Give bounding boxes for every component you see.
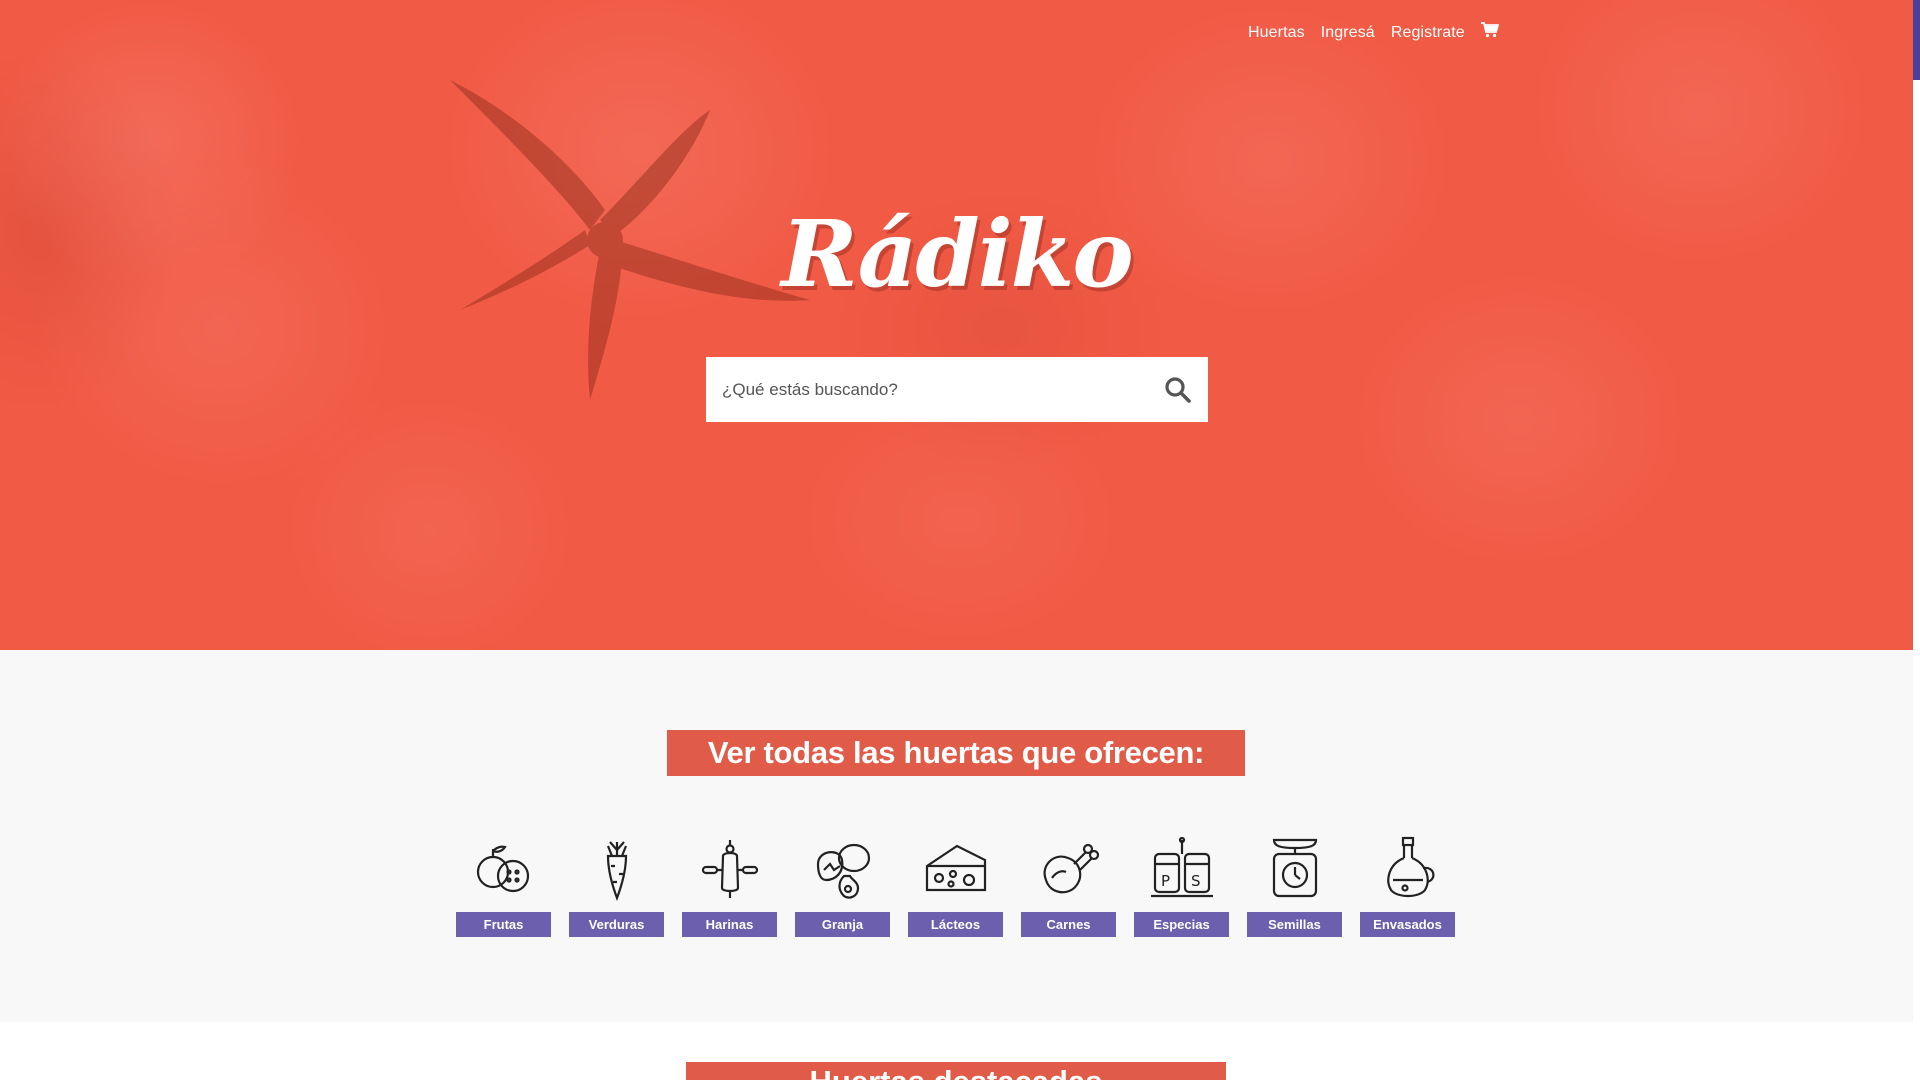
svg-text:P: P [1161, 872, 1170, 890]
search-input[interactable] [722, 379, 1164, 400]
svg-text:S: S [1191, 872, 1201, 890]
cheese-icon [925, 844, 986, 892]
category-label: Carnes [1021, 912, 1116, 937]
shopping-cart-icon [1480, 22, 1499, 38]
category-granja[interactable]: Granja [795, 836, 890, 937]
search-bar [706, 357, 1208, 422]
oil-bottle-icon [1386, 836, 1434, 898]
nav-link-huertas[interactable]: Huertas [1248, 24, 1305, 42]
featured-title: Huertas destacadas [686, 1062, 1226, 1080]
category-label: Granja [795, 912, 890, 937]
search-icon[interactable] [1164, 376, 1192, 404]
page-edge-strip [1913, 0, 1920, 80]
category-especias[interactable]: P S Especias [1134, 836, 1229, 937]
chicken-icon [1043, 843, 1099, 894]
categories-title: Ver todas las huertas que ofrecen: [667, 730, 1245, 776]
site-logo[interactable]: Rádiko [0, 200, 1913, 308]
category-label: Frutas [456, 912, 551, 937]
salt-pepper-icon: P S [1150, 836, 1213, 898]
carrot-icon [606, 841, 627, 902]
category-lacteos[interactable]: Lácteos [908, 836, 1003, 937]
category-label: Lácteos [908, 912, 1003, 937]
hero-banner: Huertas Ingresá Registrate Rádiko [0, 0, 1913, 650]
category-semillas[interactable]: Semillas [1247, 836, 1342, 937]
category-label: Envasados [1360, 912, 1455, 937]
eggs-icon [816, 843, 870, 899]
category-carnes[interactable]: Carnes [1021, 836, 1116, 937]
category-verduras[interactable]: Verduras [569, 836, 664, 937]
category-frutas[interactable]: Frutas [456, 836, 551, 937]
fruits-icon [476, 845, 529, 893]
categories-section: Ver todas las huertas que ofrecen: Fruta… [0, 650, 1913, 1022]
category-harinas[interactable]: Harinas [682, 836, 777, 937]
rolling-pin-icon [701, 840, 758, 898]
cart-button[interactable] [1480, 22, 1499, 43]
category-label: Verduras [569, 912, 664, 937]
category-label: Semillas [1247, 912, 1342, 937]
nav-link-ingresa[interactable]: Ingresá [1321, 24, 1375, 42]
category-label: Harinas [682, 912, 777, 937]
category-envasados[interactable]: Envasados [1360, 836, 1455, 937]
nav-link-registrate[interactable]: Registrate [1391, 24, 1465, 42]
scale-icon [1272, 838, 1317, 898]
category-list: Frutas Verduras Harinas Granja Lácteos C… [456, 836, 1455, 937]
top-nav: Huertas Ingresá Registrate [1248, 22, 1499, 43]
category-label: Especias [1134, 912, 1229, 937]
